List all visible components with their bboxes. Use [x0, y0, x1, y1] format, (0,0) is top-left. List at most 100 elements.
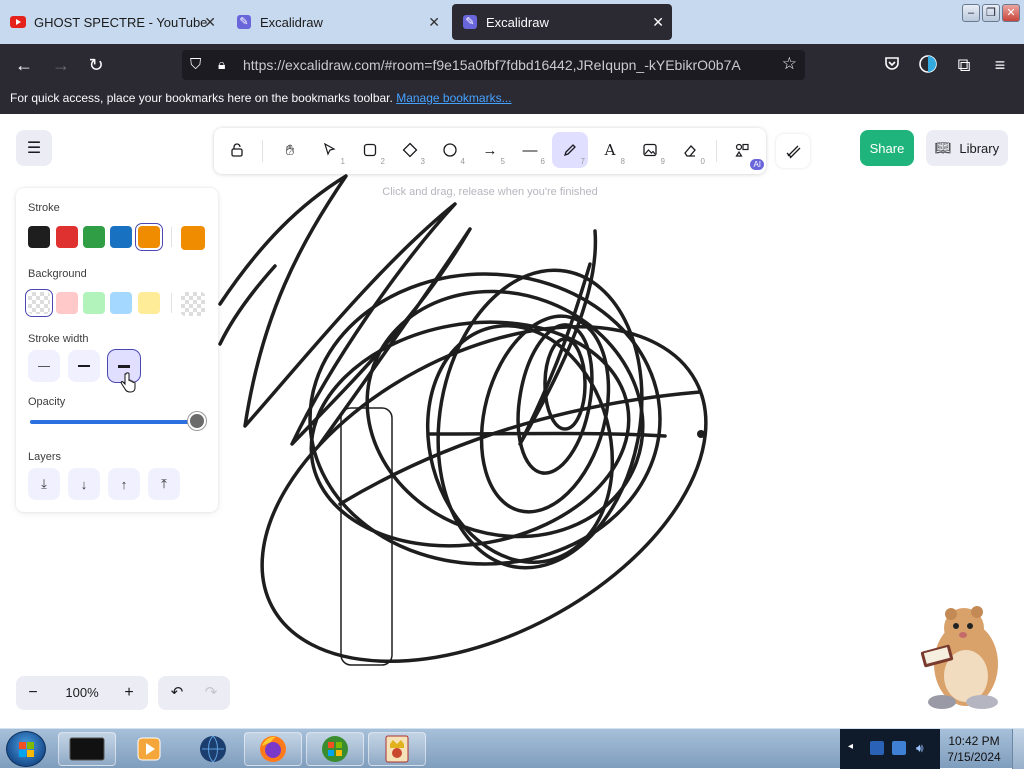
shortcut-key: 4	[460, 157, 465, 166]
close-tab-icon[interactable]: ✕	[204, 14, 216, 31]
stroke-color-orange[interactable]	[135, 223, 163, 251]
background-color-pink[interactable]	[56, 292, 78, 314]
hamburger-icon: ☰	[26, 140, 42, 157]
line-tool-button[interactable]: — 6	[512, 132, 548, 168]
stroke-width-thin-button[interactable]	[28, 350, 60, 382]
tray-expand-icon[interactable]: ◂	[848, 741, 862, 755]
excalidraw-canvas[interactable]: ☰ ✋︎ 1 2 3 4 → 5 — 6 7 A 8 9 0 AI Click …	[0, 114, 1024, 728]
menu-hamburger-icon[interactable]: ≡	[989, 54, 1011, 76]
start-button[interactable]	[6, 731, 46, 767]
ellipse-tool-button[interactable]: 4	[432, 132, 468, 168]
selection-tool-button[interactable]: 1	[312, 132, 348, 168]
redo-button[interactable]: ↷	[200, 683, 222, 703]
stroke-width-bold-button[interactable]	[68, 350, 100, 382]
taskbar-media-player[interactable]	[120, 732, 178, 766]
media-player-icon	[137, 737, 161, 761]
volume-icon[interactable]: 🔊︎	[916, 741, 930, 755]
background-current-color[interactable]	[181, 292, 205, 316]
more-tools-button[interactable]: AI	[724, 132, 764, 170]
taskbar-windows-xp[interactable]	[306, 732, 364, 766]
text-tool-button[interactable]: A 8	[592, 132, 628, 168]
stroke-color-red[interactable]	[56, 226, 78, 248]
url-text[interactable]: https://excalidraw.com/#room=f9e15a0fbf7…	[243, 57, 741, 73]
rectangle-tool-button[interactable]: 2	[352, 132, 388, 168]
shortcut-key: 7	[580, 157, 585, 166]
excalidraw-icon: ✎	[236, 14, 252, 30]
minimize-button[interactable]: –	[962, 4, 980, 22]
show-desktop-button[interactable]	[1012, 729, 1024, 769]
network-icon[interactable]	[892, 741, 906, 755]
stroke-width-label: Stroke width	[28, 333, 89, 345]
shortcut-key: 0	[700, 157, 705, 166]
pocket-icon[interactable]	[881, 54, 903, 76]
stroke-color-black[interactable]	[28, 226, 50, 248]
tab-excalidraw-1[interactable]: ✎ Excalidraw ✕	[226, 4, 448, 40]
extra-bold-line-icon	[118, 364, 130, 368]
stroke-color-green[interactable]	[83, 226, 105, 248]
horizontal-stroke[interactable]	[428, 431, 667, 438]
undo-button[interactable]: ↶	[166, 683, 188, 703]
image-tool-button[interactable]: 9	[632, 132, 668, 168]
close-tab-icon[interactable]: ✕	[652, 14, 664, 31]
laser-pointer-button[interactable]	[776, 134, 810, 168]
opacity-slider-track[interactable]	[30, 420, 200, 424]
diamond-icon	[402, 142, 418, 158]
opacity-slider-thumb[interactable]	[188, 412, 206, 430]
eraser-tool-button[interactable]: 0	[672, 132, 708, 168]
tab-youtube[interactable]: GHOST SPECTRE - YouTube ✕	[0, 4, 224, 40]
taskbar-clock[interactable]: 10:42 PM 7/15/2024	[944, 733, 1004, 765]
globe-icon	[200, 735, 226, 763]
shapes-toolbar: ✋︎ 1 2 3 4 → 5 — 6 7 A 8 9 0 AI	[214, 128, 766, 174]
bookmarks-message: For quick access, place your bookmarks h…	[10, 91, 393, 105]
stroke-color-blue[interactable]	[110, 226, 132, 248]
url-bar[interactable]: ⛉ 🔒︎ https://excalidraw.com/#room=f9e15a…	[182, 50, 805, 80]
bookmarks-toolbar: For quick access, place your bookmarks h…	[0, 86, 1024, 114]
send-to-back-button[interactable]: ⤓	[28, 468, 60, 500]
manage-bookmarks-link[interactable]: Manage bookmarks...	[396, 91, 511, 105]
zoom-out-button[interactable]: −	[22, 682, 44, 704]
tab-excalidraw-active[interactable]: ✎ Excalidraw ✕	[452, 4, 672, 40]
draw-tool-button[interactable]: 7	[552, 132, 588, 168]
taskbar-globe[interactable]	[184, 732, 242, 766]
arrow-tool-button[interactable]: → 5	[472, 132, 508, 168]
main-menu-button[interactable]: ☰	[16, 130, 52, 166]
taskbar-firefox[interactable]	[244, 732, 302, 766]
padlock-icon	[231, 143, 243, 157]
hand-cursor-icon	[120, 372, 136, 393]
account-icon[interactable]	[917, 54, 939, 76]
zoom-in-button[interactable]: +	[118, 682, 140, 704]
background-label: Background	[28, 268, 87, 280]
background-color-blue[interactable]	[110, 292, 132, 314]
lock-icon[interactable]: 🔒︎	[218, 56, 225, 73]
hand-tool-button[interactable]: ✋︎	[272, 132, 308, 168]
share-button[interactable]: Share	[860, 130, 914, 166]
restore-button[interactable]: ❐	[982, 4, 1000, 22]
background-color-green[interactable]	[83, 292, 105, 314]
back-icon[interactable]: ←	[13, 54, 35, 76]
close-tab-icon[interactable]: ✕	[428, 14, 440, 31]
taskbar-king-game[interactable]	[368, 732, 426, 766]
shortcut-key: 8	[620, 157, 625, 166]
diamond-tool-button[interactable]: 3	[392, 132, 428, 168]
extensions-icon[interactable]: ⧉	[953, 54, 975, 76]
bring-to-front-button[interactable]: ⤒	[148, 468, 180, 500]
scribble-stroke-left[interactable]	[218, 174, 472, 446]
bookmark-star-icon[interactable]: ☆	[782, 54, 797, 74]
forward-icon[interactable]: →	[50, 54, 72, 76]
background-transparent[interactable]	[25, 289, 53, 317]
send-backward-button[interactable]: ↓	[68, 468, 100, 500]
lock-tool-button[interactable]	[219, 132, 255, 168]
tray-app-icon[interactable]	[870, 741, 884, 755]
zoom-level[interactable]: 100%	[58, 685, 106, 700]
library-button[interactable]: 📖︎ Library	[926, 130, 1008, 166]
shield-icon[interactable]: ⛉	[190, 56, 201, 73]
reload-icon[interactable]: ↻	[85, 54, 107, 76]
close-window-button[interactable]: ✕	[1002, 4, 1020, 22]
taskbar-terminal[interactable]	[58, 732, 116, 766]
dot-stroke[interactable]	[697, 430, 705, 438]
stroke-current-color[interactable]	[181, 226, 205, 250]
background-color-yellow[interactable]	[138, 292, 160, 314]
layers-label: Layers	[28, 451, 62, 463]
bring-forward-button[interactable]: ↑	[108, 468, 140, 500]
youtube-icon	[10, 14, 26, 30]
